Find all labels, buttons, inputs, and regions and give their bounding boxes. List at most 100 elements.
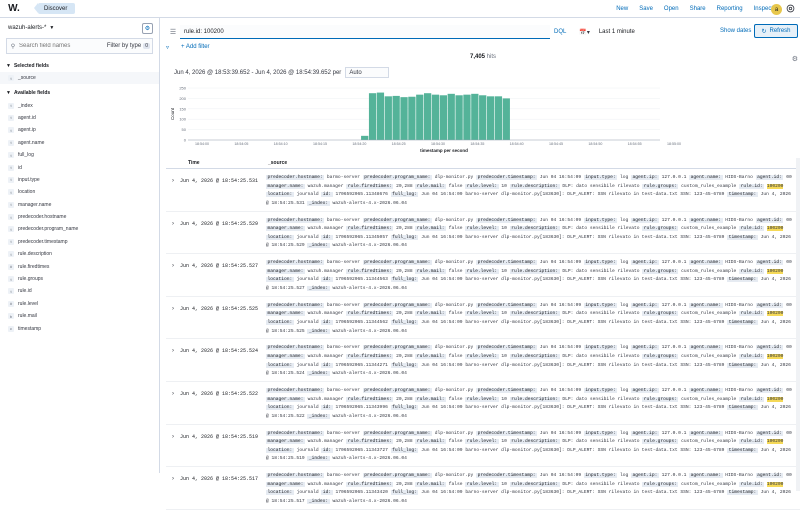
field-item[interactable]: t agent.ip bbox=[0, 124, 159, 136]
field-item[interactable]: t predecoder.timestamp bbox=[0, 236, 159, 248]
field-key: agent.id: bbox=[755, 387, 784, 393]
field-key: full_log: bbox=[390, 277, 419, 283]
field-item[interactable]: t rule.description bbox=[0, 248, 159, 260]
expand-row-icon[interactable]: › bbox=[166, 467, 180, 509]
field-search-input[interactable] bbox=[19, 43, 99, 49]
field-item[interactable]: t location bbox=[0, 186, 159, 198]
expand-row-icon[interactable]: › bbox=[166, 339, 180, 381]
selected-fields-title[interactable]: ▼ Selected fields bbox=[0, 60, 159, 72]
table-row[interactable]: › Jun 4, 2026 @ 18:54:25.517 predecoder.ho… bbox=[166, 467, 800, 510]
field-item[interactable]: t id bbox=[0, 161, 159, 173]
field-key: agent.ip: bbox=[631, 175, 659, 180]
refresh-button[interactable]: ↻ Refresh bbox=[754, 24, 798, 38]
row-source: predecoder.hostname: barmo-server predec… bbox=[266, 430, 792, 462]
field-name: predecoder.program_name bbox=[18, 226, 79, 233]
field-key: rule.groups: bbox=[642, 311, 679, 317]
index-settings-icon[interactable]: ⚙ bbox=[142, 22, 153, 34]
field-type-icon: t bbox=[8, 214, 14, 221]
add-filter-button[interactable]: + Add filter bbox=[181, 44, 210, 50]
field-key: location: bbox=[266, 192, 294, 198]
field-name: agent.ip bbox=[18, 127, 36, 134]
calendar-icon[interactable]: 📅▾ bbox=[579, 29, 589, 36]
field-item[interactable]: t input.type bbox=[0, 174, 159, 186]
field-key: rule.groups: bbox=[642, 183, 679, 189]
field-key: id: bbox=[321, 319, 333, 325]
field-key: id: bbox=[321, 447, 333, 453]
field-key: rule.groups: bbox=[642, 268, 679, 274]
show-dates-link[interactable]: Show dates bbox=[720, 28, 751, 34]
field-item[interactable]: t predecoder.hostname bbox=[0, 211, 159, 223]
field-item[interactable]: t agent.name bbox=[0, 137, 159, 149]
field-key: full_log: bbox=[390, 490, 419, 496]
breadcrumb-discover[interactable]: Discover bbox=[33, 3, 76, 14]
gear-icon[interactable]: ⚙ bbox=[792, 55, 798, 63]
share-link[interactable]: Share bbox=[690, 6, 706, 12]
field-item[interactable]: t _source bbox=[0, 72, 159, 85]
histogram-bar bbox=[447, 93, 455, 140]
field-item[interactable]: t _index bbox=[0, 99, 159, 111]
new-link[interactable]: New bbox=[616, 6, 628, 12]
help-icon[interactable] bbox=[786, 4, 796, 14]
field-key: timestamp: bbox=[727, 277, 758, 283]
expand-row-icon[interactable]: › bbox=[166, 425, 180, 467]
field-type-icon: t bbox=[8, 201, 14, 208]
row-time: Jun 4, 2026 @ 18:54:25.529 bbox=[180, 220, 259, 227]
search-icon: ⚲ bbox=[10, 43, 16, 50]
field-item[interactable]: # rule.firedtimes bbox=[0, 260, 159, 272]
field-item[interactable]: t rule.id bbox=[0, 285, 159, 297]
field-key: rule.groups: bbox=[642, 353, 679, 359]
expand-row-icon[interactable]: › bbox=[166, 212, 180, 254]
field-item[interactable]: c timestamp bbox=[0, 322, 159, 334]
field-key: rule.mail: bbox=[415, 226, 446, 232]
field-item[interactable]: b rule.mail bbox=[0, 310, 159, 322]
field-key: predecoder.hostname: bbox=[266, 302, 325, 308]
open-link[interactable]: Open bbox=[664, 6, 679, 12]
filter-icon[interactable]: ▿ bbox=[166, 44, 169, 51]
table-row[interactable]: › Jun 4, 2026 @ 18:54:25.524 predecoder.ho… bbox=[166, 339, 800, 382]
interval-select[interactable]: Auto bbox=[345, 67, 390, 78]
time-range-label[interactable]: Last 1 minute bbox=[599, 29, 635, 35]
field-type-icon: t bbox=[8, 226, 14, 233]
field-key: location: bbox=[266, 277, 294, 283]
field-item[interactable]: t rule.groups bbox=[0, 273, 159, 285]
field-key: input.type: bbox=[583, 430, 618, 436]
expand-row-icon[interactable]: › bbox=[166, 382, 180, 424]
field-key: timestamp: bbox=[727, 192, 758, 198]
field-name: rule.description bbox=[18, 251, 52, 258]
expand-row-icon[interactable]: › bbox=[166, 169, 180, 211]
query-language-button[interactable]: DQL bbox=[554, 29, 566, 35]
table-row[interactable]: › Jun 4, 2026 @ 18:54:25.525 predecoder.ho… bbox=[166, 297, 800, 340]
documents-table: Time _source › Jun 4, 2026 @ 18:54:25.531… bbox=[166, 158, 800, 510]
field-key: location: bbox=[266, 319, 294, 325]
expand-row-icon[interactable]: › bbox=[166, 254, 180, 296]
table-row[interactable]: › Jun 4, 2026 @ 18:54:25.531 predecoder.ho… bbox=[166, 169, 800, 212]
table-row[interactable]: › Jun 4, 2026 @ 18:54:25.519 predecoder.ho… bbox=[166, 425, 800, 468]
table-row[interactable]: › Jun 4, 2026 @ 18:54:25.522 predecoder.ho… bbox=[166, 382, 800, 425]
user-avatar[interactable]: a bbox=[771, 4, 782, 15]
index-pattern-selector[interactable]: wazuh-alerts-* ▼ bbox=[6, 22, 141, 34]
field-item[interactable]: t manager.name bbox=[0, 199, 159, 211]
field-item[interactable]: t full_log bbox=[0, 149, 159, 161]
field-item[interactable]: t predecoder.program_name bbox=[0, 223, 159, 235]
field-key: rule.description: bbox=[509, 481, 560, 487]
time-column-header[interactable]: Time bbox=[188, 160, 268, 166]
table-row[interactable]: › Jun 4, 2026 @ 18:54:25.527 predecoder.ho… bbox=[166, 254, 800, 297]
table-row[interactable]: › Jun 4, 2026 @ 18:54:25.529 predecoder.ho… bbox=[166, 212, 800, 255]
reporting-link[interactable]: Reporting bbox=[717, 6, 743, 12]
field-key: predecoder.hostname: bbox=[266, 430, 325, 436]
saved-query-icon[interactable]: ☰ bbox=[166, 28, 180, 36]
wazuh-logo[interactable]: W. bbox=[0, 0, 28, 18]
refresh-label: Refresh bbox=[769, 28, 791, 34]
field-item[interactable]: # rule.level bbox=[0, 298, 159, 310]
save-link[interactable]: Save bbox=[639, 6, 653, 12]
expand-row-icon[interactable]: › bbox=[166, 297, 180, 339]
field-key: predecoder.program_name: bbox=[362, 217, 432, 223]
query-input[interactable]: rule.id: 100200 bbox=[180, 25, 550, 39]
table-scrollbar[interactable] bbox=[796, 158, 800, 491]
filter-bar: ▿ + Add filter bbox=[166, 41, 210, 53]
field-item[interactable]: t agent.id bbox=[0, 112, 159, 124]
field-key: rule.level: bbox=[465, 439, 499, 445]
x-tick-label: 18:54:10 bbox=[274, 142, 288, 146]
available-fields-title[interactable]: ▼ Available fields bbox=[0, 87, 159, 99]
filter-by-type-button[interactable]: Filter by type 0 bbox=[107, 43, 152, 49]
